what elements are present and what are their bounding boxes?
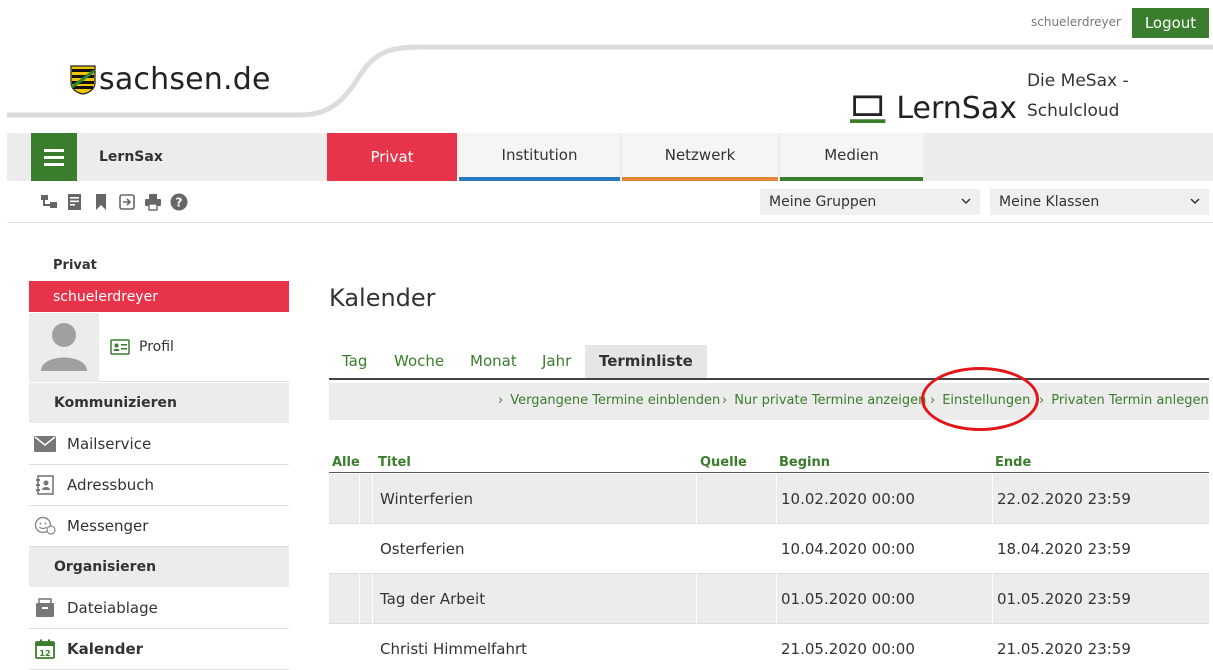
cell-beginn: 01.05.2020 00:00 bbox=[781, 590, 915, 608]
tab-jahr[interactable]: Jahr bbox=[542, 345, 571, 378]
note-icon[interactable] bbox=[66, 193, 84, 211]
cell-beginn: 21.05.2020 00:00 bbox=[781, 640, 915, 658]
table-header-line bbox=[329, 472, 1209, 473]
bookmark-icon[interactable] bbox=[92, 193, 110, 211]
column-header-alle[interactable]: Alle bbox=[332, 455, 360, 470]
file-cabinet-icon bbox=[34, 597, 56, 619]
hamburger-menu-button[interactable] bbox=[31, 133, 77, 181]
tab-terminliste[interactable]: Terminliste bbox=[585, 345, 707, 378]
svg-text:12: 12 bbox=[39, 649, 50, 658]
table-row[interactable]: Winterferien 10.02.2020 00:00 22.02.2020… bbox=[329, 474, 1209, 524]
lernsax-logo[interactable]: LernSax Die MeSax - Schulcloud bbox=[849, 66, 1213, 126]
sidebar-section-organisieren: Organisieren bbox=[29, 547, 289, 587]
tab-monat[interactable]: Monat bbox=[470, 345, 517, 378]
laptop-icon bbox=[849, 95, 886, 123]
calendar-icon: 12 bbox=[34, 638, 56, 660]
sidebar-item-label: Dateiablage bbox=[67, 599, 158, 617]
column-header-beginn[interactable]: Beginn bbox=[779, 455, 830, 470]
chevron-down-icon bbox=[961, 198, 971, 205]
envelope-icon bbox=[34, 433, 56, 455]
tab-privat[interactable]: Privat bbox=[327, 133, 457, 181]
sidebar-item-label: Messenger bbox=[67, 517, 149, 535]
svg-text:?: ? bbox=[176, 196, 183, 210]
classes-select[interactable]: Meine Klassen bbox=[990, 189, 1209, 215]
groups-select-value: Meine Gruppen bbox=[769, 194, 877, 210]
tab-tag[interactable]: Tag bbox=[342, 345, 367, 378]
sidebar-item-messenger[interactable]: Messenger bbox=[29, 506, 289, 547]
cell-ende: 22.02.2020 23:59 bbox=[997, 490, 1131, 508]
avatar-icon bbox=[41, 323, 87, 371]
help-icon[interactable]: ? bbox=[170, 193, 188, 211]
cell-titel: Christi Himmelfahrt bbox=[380, 640, 528, 658]
tab-woche[interactable]: Woche bbox=[394, 345, 444, 378]
logout-button[interactable]: Logout bbox=[1132, 8, 1209, 38]
table-row[interactable]: Osterferien 10.04.2020 00:00 18.04.2020 … bbox=[329, 524, 1209, 574]
column-header-ende[interactable]: Ende bbox=[995, 455, 1031, 470]
sidebar-item-kalender[interactable]: 12 Kalender bbox=[29, 629, 289, 670]
print-icon[interactable] bbox=[144, 193, 162, 211]
address-book-icon bbox=[34, 474, 56, 496]
sidebar-item-label: Adressbuch bbox=[67, 476, 154, 494]
column-header-titel[interactable]: Titel bbox=[378, 455, 411, 470]
create-private-event-link[interactable]: Privaten Termin anlegen bbox=[1039, 393, 1209, 408]
show-past-events-link[interactable]: Vergangene Termine einblenden bbox=[498, 393, 720, 408]
cell-ende: 01.05.2020 23:59 bbox=[997, 590, 1131, 608]
id-card-icon bbox=[110, 339, 130, 355]
lernsax-name: LernSax bbox=[896, 91, 1017, 126]
lernsax-tagline: Die MeSax - Schulcloud bbox=[1026, 71, 1129, 121]
sidebar-item-mailservice[interactable]: Mailservice bbox=[29, 424, 289, 465]
table-row[interactable]: Christi Himmelfahrt 21.05.2020 00:00 21.… bbox=[329, 624, 1209, 670]
cell-ende: 21.05.2020 23:59 bbox=[997, 640, 1131, 658]
sidebar-item-adressbuch[interactable]: Adressbuch bbox=[29, 465, 289, 506]
cell-beginn: 10.04.2020 00:00 bbox=[781, 540, 915, 558]
sachsen-logo[interactable]: sachsen.de bbox=[70, 62, 271, 97]
divider bbox=[7, 222, 1213, 223]
tab-medien[interactable]: Medien bbox=[780, 133, 923, 181]
page-title: Kalender bbox=[329, 284, 436, 312]
sidebar-section-kommunizieren: Kommunizieren bbox=[29, 383, 289, 423]
username-label: schuelerdreyer bbox=[1031, 15, 1121, 29]
table-row[interactable]: Tag der Arbeit 01.05.2020 00:00 01.05.20… bbox=[329, 574, 1209, 624]
smiley-chat-icon bbox=[34, 515, 56, 537]
saxony-crest-icon bbox=[70, 64, 96, 95]
cell-ende: 18.04.2020 23:59 bbox=[997, 540, 1131, 558]
sidebar-item-label: Mailservice bbox=[67, 435, 152, 453]
sidebar-item-label: Kalender bbox=[67, 640, 144, 658]
cell-titel: Osterferien bbox=[380, 540, 465, 558]
calendar-tabs: Tag Woche Monat Jahr Terminliste bbox=[329, 345, 1209, 380]
groups-select[interactable]: Meine Gruppen bbox=[760, 189, 980, 215]
classes-select-value: Meine Klassen bbox=[999, 194, 1100, 210]
settings-link[interactable]: Einstellungen bbox=[930, 393, 1030, 408]
tab-netzwerk[interactable]: Netzwerk bbox=[622, 133, 778, 181]
tab-institution[interactable]: Institution bbox=[459, 133, 620, 181]
sitemap-icon[interactable] bbox=[40, 193, 58, 211]
cell-titel: Tag der Arbeit bbox=[380, 590, 486, 608]
login-icon[interactable] bbox=[118, 193, 136, 211]
app-name: LernSax bbox=[99, 149, 163, 165]
toolbar: ? bbox=[40, 193, 188, 211]
sidebar-item-dateiablage[interactable]: Dateiablage bbox=[29, 588, 289, 629]
sidebar-heading-privat: Privat bbox=[53, 258, 97, 273]
sidebar-item-label: Profil bbox=[139, 339, 174, 355]
cell-titel: Winterferien bbox=[380, 490, 474, 508]
cell-beginn: 10.02.2020 00:00 bbox=[781, 490, 915, 508]
only-private-events-link[interactable]: Nur private Termine anzeigen bbox=[722, 393, 926, 408]
menu-icon bbox=[44, 148, 64, 166]
chevron-down-icon bbox=[1190, 198, 1200, 205]
sachsen-logo-text: sachsen.de bbox=[99, 62, 271, 97]
avatar bbox=[29, 313, 99, 382]
sidebar-item-profil[interactable]: Profil bbox=[110, 339, 174, 355]
sidebar-user[interactable]: schuelerdreyer bbox=[29, 281, 289, 312]
column-header-quelle[interactable]: Quelle bbox=[700, 455, 747, 470]
